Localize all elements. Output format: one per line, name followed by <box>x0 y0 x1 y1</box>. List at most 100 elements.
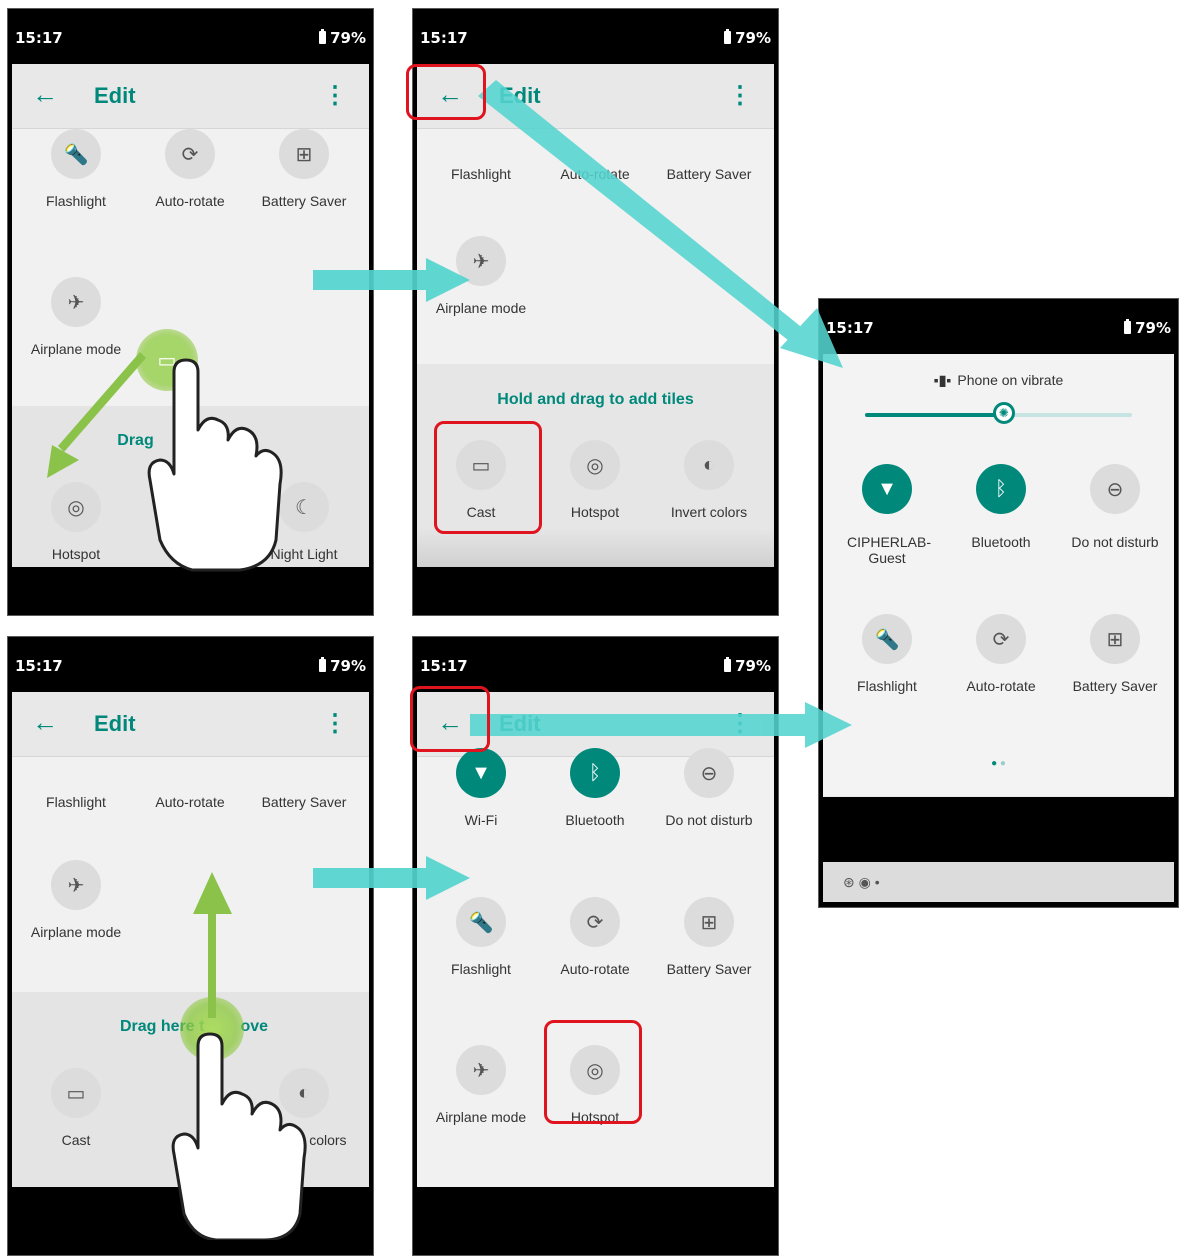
status-bar: 15:17 79% <box>819 299 1178 354</box>
battery-level: 79% <box>735 657 771 675</box>
nav-bar <box>8 1187 373 1255</box>
edit-toolbar: ← Edit ⋮ <box>12 64 369 129</box>
status-bar: 15:17 79% <box>413 637 778 692</box>
battery-level: 79% <box>330 657 366 675</box>
edit-screen: ← Edit ⋮ 🔦 Flashlight ⟳ Auto-rotate ⊞ Batte… <box>12 64 369 569</box>
tile-flashlight[interactable]: Flashlight <box>426 152 536 182</box>
wifi-icon: ▼ <box>456 748 506 798</box>
rotate-icon: ⟳ <box>976 614 1026 664</box>
tile-airplane-mode[interactable]: ✈ Airplane mode <box>426 236 536 316</box>
brightness-fill <box>865 413 1004 417</box>
hotspot-icon: ◎ <box>51 482 101 532</box>
tile-battery-saver[interactable]: ⊞ Battery Saver <box>249 129 359 209</box>
airplane-icon: ✈ <box>51 277 101 327</box>
tile-hotspot[interactable]: ◎ Hotspot <box>540 440 650 520</box>
notification-strip: ⊛ ◉ • <box>823 862 1174 902</box>
tile-battery-saver[interactable]: Battery Saver <box>249 780 359 810</box>
toolbar-title: Edit <box>499 83 541 108</box>
battery-icon <box>319 657 327 672</box>
overflow-menu-icon[interactable]: ⋮ <box>728 710 752 738</box>
battery-icon <box>1124 319 1132 334</box>
battery-plus-icon: ⊞ <box>279 129 329 179</box>
tile-night-light[interactable]: ☾ Night Light <box>249 482 359 562</box>
nav-bar <box>413 1187 778 1255</box>
tile-airplane-mode[interactable]: ✈ Airplane mode <box>426 1045 536 1125</box>
tile-bluetooth[interactable]: ᛒ Bluetooth <box>540 748 650 828</box>
status-bar: 15:17 79% <box>413 9 778 64</box>
tile-bluetooth[interactable]: ᛒ Bluetooth <box>946 464 1056 550</box>
tile-flashlight[interactable]: 🔦 Flashlight <box>21 129 131 209</box>
battery-level: 79% <box>735 29 771 47</box>
overflow-menu-icon[interactable]: ⋮ <box>323 710 347 738</box>
dragged-cast-tile[interactable]: ▭ <box>112 335 222 385</box>
battery-icon <box>319 29 327 44</box>
ringer-status: Phone on vibrate <box>957 372 1064 388</box>
tile-wifi[interactable]: ▼ CIPHERLAB-Guest <box>832 464 942 566</box>
overflow-menu-icon[interactable]: ⋮ <box>323 82 347 110</box>
tile-flashlight[interactable]: 🔦 Flashlight <box>426 897 536 977</box>
add-tiles-hint: Hold and drag to add tiles <box>497 391 694 408</box>
tile-battery-saver[interactable]: ⊞ Battery Saver <box>654 897 764 977</box>
flashlight-icon: 🔦 <box>456 897 506 947</box>
status-bar: 15:17 79% <box>8 637 373 692</box>
invert-icon: ◐ <box>684 440 734 490</box>
tile-auto-rotate[interactable]: ⟳ Auto-rotate <box>946 614 1056 694</box>
tile-battery-saver[interactable]: Battery Saver <box>654 152 764 182</box>
tile-do-not-disturb[interactable]: ⊖ Do not disturb <box>654 748 764 828</box>
status-time: 15:17 <box>420 29 468 47</box>
toolbar-title: Edit <box>499 711 541 736</box>
tile-battery-saver[interactable]: ⊞ Battery Saver <box>1060 614 1170 694</box>
tile-auto-rotate[interactable]: ⟳ Auto-rotate <box>135 129 245 209</box>
panel-4-phone: 15:17 79% ← Edit ⋮ Flashlight Auto-rotat… <box>7 636 374 1256</box>
drag-hint-partial: Drag <box>117 432 154 449</box>
battery-plus-icon: ⊞ <box>1090 614 1140 664</box>
quick-settings-panel: ▪▮▪ Phone on vibrate ✺ ▼ CIPHERLAB-Guest ᛒ… <box>823 354 1174 797</box>
tile-flashlight[interactable]: 🔦 Flashlight <box>832 614 942 694</box>
status-time: 15:17 <box>15 29 63 47</box>
tile-flashlight[interactable]: Flashlight <box>21 780 131 810</box>
drag-remove-hint: Drag here t ove <box>120 1018 269 1035</box>
tile-invert-partial[interactable]: ◐ t colors <box>249 1068 359 1148</box>
bluetooth-icon: ᛒ <box>976 464 1026 514</box>
aperture-icon: ⊛ <box>843 874 855 890</box>
rotate-icon: ⟳ <box>570 897 620 947</box>
battery-icon <box>724 657 732 672</box>
tile-auto-rotate[interactable]: ⟳ Auto-rotate <box>540 897 650 977</box>
wifi-icon: ▼ <box>862 464 912 514</box>
tile-auto-rotate[interactable]: Auto-rotate <box>540 152 650 182</box>
highlight-back-button <box>406 64 486 120</box>
overflow-menu-icon[interactable]: ⋮ <box>728 82 752 110</box>
back-arrow-icon[interactable]: ← <box>32 707 58 737</box>
page-indicator: ● ● <box>991 758 1006 769</box>
tile-invert-partial[interactable]: Inver <box>135 482 245 562</box>
brightness-slider[interactable]: ✺ <box>865 402 1132 424</box>
airplane-icon: ✈ <box>51 860 101 910</box>
tile-cast[interactable]: ▭ Cast <box>21 1068 131 1148</box>
tile-airplane-mode[interactable]: ✈ Airplane mode <box>21 860 131 940</box>
cast-icon: ▭ <box>51 1068 101 1118</box>
status-time: 15:17 <box>826 319 874 337</box>
nav-bar <box>413 567 778 615</box>
flashlight-icon: 🔦 <box>51 129 101 179</box>
drag-glow <box>180 997 244 1061</box>
battery-level: 79% <box>1135 319 1171 337</box>
tile-hotspot[interactable]: ◎ Hotspot <box>21 482 131 562</box>
status-time: 15:17 <box>420 657 468 675</box>
vibrate-icon: ▪▮▪ <box>933 372 952 388</box>
hotspot-icon: ◎ <box>570 440 620 490</box>
tile-auto-rotate[interactable]: Auto-rotate <box>135 780 245 810</box>
back-arrow-icon[interactable]: ← <box>32 79 58 109</box>
brightness-thumb-icon[interactable]: ✺ <box>992 402 1015 424</box>
chrome-icon: ◉ <box>858 874 871 890</box>
highlight-back-button-2 <box>410 686 490 752</box>
cast-icon: ▭ <box>142 335 192 385</box>
tile-do-not-disturb[interactable]: ⊖ Do not disturb <box>1060 464 1170 550</box>
panel-1-phone: 15:17 79% ← Edit ⋮ 🔦 Flashlight ⟳ Auto-rot… <box>7 8 374 616</box>
toolbar-title: Edit <box>94 83 136 108</box>
airplane-icon: ✈ <box>456 1045 506 1095</box>
tile-invert-colors[interactable]: ◐ Invert colors <box>654 440 764 520</box>
battery-level: 79% <box>330 29 366 47</box>
tile-wifi[interactable]: ▼ Wi-Fi <box>426 748 536 828</box>
airplane-icon: ✈ <box>456 236 506 286</box>
moon-icon: ☾ <box>279 482 329 532</box>
